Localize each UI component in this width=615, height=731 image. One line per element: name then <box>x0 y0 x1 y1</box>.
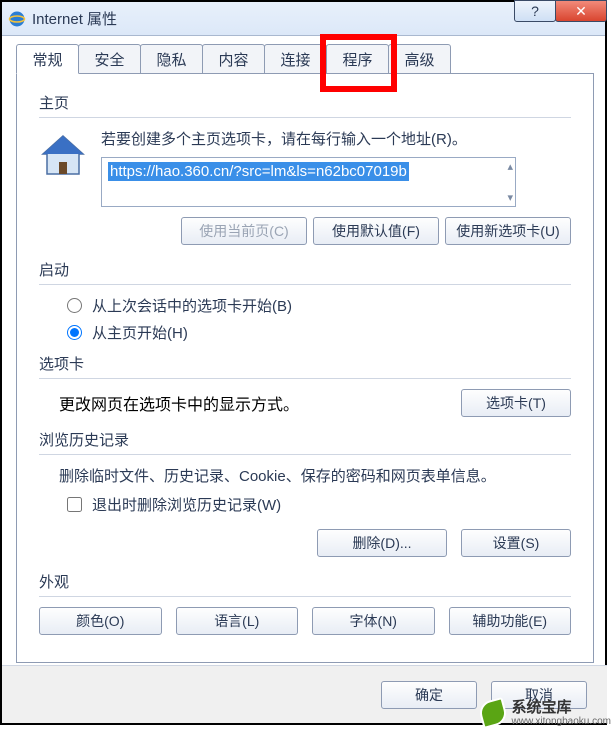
tab-5[interactable]: 程序 <box>326 44 389 74</box>
section-history-label: 浏览历史记录 <box>39 429 571 450</box>
radio-home-input[interactable] <box>67 325 82 340</box>
colors-button[interactable]: 颜色(O) <box>39 607 162 635</box>
tab-strip: 常规安全隐私内容连接程序高级 <box>16 44 450 74</box>
titlebar: Internet 属性 ? ✕ <box>2 2 605 36</box>
delete-on-exit-input[interactable] <box>67 497 82 512</box>
help-button[interactable]: ? <box>514 0 556 22</box>
homepage-textarea[interactable]: https://hao.360.cn/?src=lm&ls=n62bc07019… <box>101 157 516 207</box>
watermark-url: www.xitongbaoku.com <box>512 716 612 727</box>
section-startup-label: 启动 <box>39 259 571 280</box>
ie-icon <box>8 10 26 28</box>
history-buttons: 删除(D)... 设置(S) <box>39 529 571 557</box>
tab-1[interactable]: 安全 <box>78 44 141 74</box>
settings-button[interactable]: 设置(S) <box>461 529 571 557</box>
scroll-hints: ▴▾ <box>507 160 513 204</box>
use-default-button[interactable]: 使用默认值(F) <box>313 217 439 245</box>
tab-3[interactable]: 内容 <box>202 44 265 74</box>
use-current-button[interactable]: 使用当前页(C) <box>181 217 307 245</box>
delete-on-exit-check[interactable]: 退出时删除浏览历史记录(W) <box>67 494 571 515</box>
tabs-button[interactable]: 选项卡(T) <box>461 389 571 417</box>
section-home-label: 主页 <box>39 92 571 113</box>
tab-6[interactable]: 高级 <box>388 44 451 74</box>
ok-button[interactable]: 确定 <box>381 681 477 709</box>
divider <box>39 454 571 455</box>
fonts-button[interactable]: 字体(N) <box>312 607 435 635</box>
delete-on-exit-label: 退出时删除浏览历史记录(W) <box>92 494 281 515</box>
tab-0[interactable]: 常规 <box>16 44 79 74</box>
home-icon <box>39 132 87 180</box>
languages-button[interactable]: 语言(L) <box>176 607 299 635</box>
radio-home-label: 从主页开始(H) <box>92 322 188 343</box>
tab-4[interactable]: 连接 <box>264 44 327 74</box>
home-right: 若要创建多个主页选项卡，请在每行输入一个地址(R)。 https://hao.3… <box>101 128 571 207</box>
divider <box>39 284 571 285</box>
appearance-buttons: 颜色(O) 语言(L) 字体(N) 辅助功能(E) <box>39 607 571 635</box>
tabs-section-row: 更改网页在选项卡中的显示方式。 选项卡(T) <box>59 389 571 417</box>
homepage-url: https://hao.360.cn/?src=lm&ls=n62bc07019… <box>108 162 409 181</box>
radio-last-session[interactable]: 从上次会话中的选项卡开始(B) <box>67 295 571 316</box>
home-desc: 若要创建多个主页选项卡，请在每行输入一个地址(R)。 <box>101 128 571 149</box>
leaf-icon <box>477 697 509 729</box>
history-desc: 删除临时文件、历史记录、Cookie、保存的密码和网页表单信息。 <box>59 465 571 486</box>
home-buttons: 使用当前页(C) 使用默认值(F) 使用新选项卡(U) <box>39 217 571 245</box>
section-appearance-label: 外观 <box>39 571 571 592</box>
accessibility-button[interactable]: 辅助功能(E) <box>449 607 572 635</box>
watermark-name: 系统宝库 <box>512 700 612 717</box>
radio-last-session-label: 从上次会话中的选项卡开始(B) <box>92 295 292 316</box>
divider <box>39 117 571 118</box>
tabs-desc: 更改网页在选项卡中的显示方式。 <box>59 391 299 415</box>
radio-last-session-input[interactable] <box>67 298 82 313</box>
home-row: 若要创建多个主页选项卡，请在每行输入一个地址(R)。 https://hao.3… <box>39 128 571 207</box>
section-tabs-label: 选项卡 <box>39 353 571 374</box>
watermark: 系统宝库 www.xitongbaoku.com <box>480 700 612 728</box>
dialog-window: Internet 属性 ? ✕ 常规安全隐私内容连接程序高级 主页 若要创建多个… <box>0 0 607 725</box>
close-button[interactable]: ✕ <box>555 0 607 22</box>
delete-button[interactable]: 删除(D)... <box>317 529 447 557</box>
tab-panel-general: 主页 若要创建多个主页选项卡，请在每行输入一个地址(R)。 https://ha… <box>16 73 594 663</box>
divider <box>39 596 571 597</box>
tab-2[interactable]: 隐私 <box>140 44 203 74</box>
radio-home[interactable]: 从主页开始(H) <box>67 322 571 343</box>
window-buttons: ? ✕ <box>515 0 607 22</box>
use-newtab-button[interactable]: 使用新选项卡(U) <box>445 217 571 245</box>
divider <box>39 378 571 379</box>
